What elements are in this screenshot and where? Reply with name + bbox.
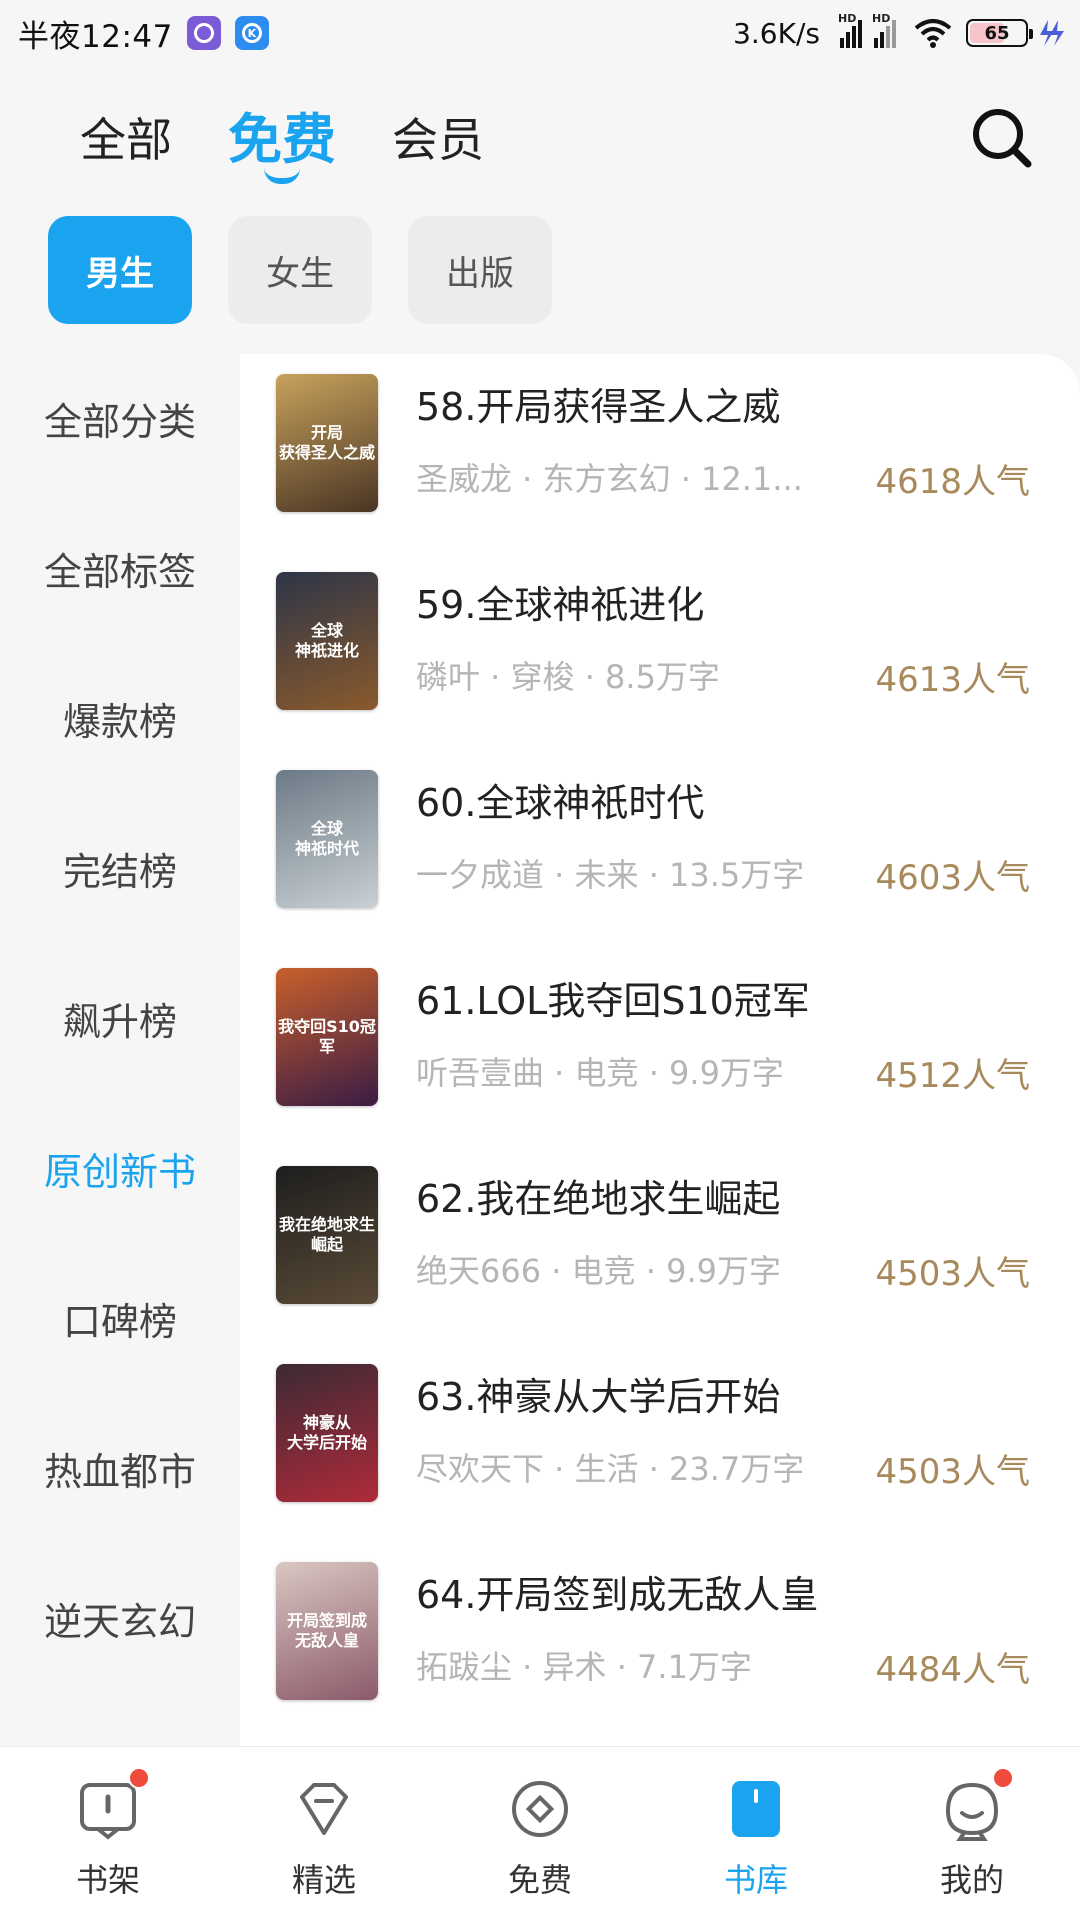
- nav-label-free: 免费: [507, 1861, 572, 1899]
- gender-chips: 男生 女生 出版: [48, 216, 588, 324]
- search-icon[interactable]: [970, 106, 1034, 170]
- sidebar-item-all-tags[interactable]: 全部标签: [0, 542, 240, 602]
- sidebar-item-fantasy[interactable]: 逆天玄幻: [0, 1592, 240, 1652]
- book-title: 60.全球神祇时代: [416, 781, 705, 825]
- book-item[interactable]: 我在绝地求生 崛起 62.我在绝地求生崛起 绝天666 · 电竞 · 9.9万字…: [240, 1146, 1080, 1344]
- status-left: 半夜12:47 K: [18, 11, 269, 56]
- book-item[interactable]: 开局 获得圣人之威 58.开局获得圣人之威 圣威龙 · 东方玄幻 · 12.1.…: [240, 354, 1080, 552]
- profile-badge: [992, 1767, 1014, 1789]
- book-item[interactable]: 全球 神祇时代 60.全球神祇时代 一夕成道 · 未来 · 13.5万字 460…: [240, 750, 1080, 948]
- book-title: 59.全球神祇进化: [416, 583, 705, 627]
- nav-free[interactable]: 免费: [432, 1747, 648, 1920]
- book-popularity: 4484人气: [875, 1650, 1030, 1690]
- book-popularity: 4613人气: [875, 660, 1030, 700]
- book-item[interactable]: 全球 神祇进化 59.全球神祇进化 磷叶 · 穿梭 · 8.5万字 4613人气: [240, 552, 1080, 750]
- bottom-nav: 书架 精选 免费 书库 我的: [0, 1746, 1080, 1920]
- book-title: 63.神豪从大学后开始: [416, 1375, 781, 1419]
- book-popularity: 4503人气: [875, 1254, 1030, 1294]
- status-right: 3.6K/s HD HD 65: [733, 12, 1064, 50]
- book-meta: 听吾壹曲 · 电竞 · 9.9万字: [416, 1054, 784, 1092]
- nav-profile[interactable]: 我的: [864, 1747, 1080, 1920]
- book-popularity: 4503人气: [875, 1452, 1030, 1492]
- notification-k-icon: K: [234, 16, 269, 50]
- cover-title: 我夺回S10冠军: [278, 1017, 376, 1056]
- cover-title: 开局 获得圣人之威: [278, 423, 375, 462]
- cover-title: 我在绝地求生 崛起: [278, 1215, 375, 1254]
- bookshelf-badge: [128, 1767, 150, 1789]
- chip-female[interactable]: 女生: [228, 216, 372, 324]
- signal-hd-label-2: HD: [872, 12, 891, 25]
- signal-icon: HD: [838, 12, 862, 48]
- charging-icon: [1040, 20, 1064, 46]
- tab-vip[interactable]: 会员: [392, 108, 484, 172]
- signal-hd-label: HD: [838, 12, 857, 25]
- book-cover: 全球 神祇时代: [276, 770, 378, 908]
- book-item[interactable]: 神豪从 大学后开始 63.神豪从大学后开始 尽欢天下 · 生活 · 23.7万字…: [240, 1344, 1080, 1542]
- cover-title: 神豪从 大学后开始: [286, 1413, 367, 1452]
- book-meta: 一夕成道 · 未来 · 13.5万字: [416, 856, 805, 894]
- tab-free[interactable]: 免费: [228, 108, 336, 184]
- bookshelf-icon: [80, 1783, 136, 1840]
- book-meta: 圣威龙 · 东方玄幻 · 12.1...: [416, 460, 803, 498]
- book-popularity: 4603人气: [875, 858, 1030, 898]
- sidebar-item-original-new[interactable]: 原创新书: [0, 1142, 240, 1202]
- cover-title: 全球 神祇时代: [294, 819, 359, 858]
- nav-label-library: 书库: [723, 1861, 788, 1899]
- book-meta: 拓跋尘 · 异术 · 7.1万字: [416, 1648, 752, 1686]
- category-sidebar: 全部分类 全部标签 爆款榜 完结榜 飙升榜 原创新书 口碑榜 热血都市 逆天玄幻: [0, 354, 240, 1746]
- content-panel: 全部分类 全部标签 爆款榜 完结榜 飙升榜 原创新书 口碑榜 热血都市 逆天玄幻…: [0, 354, 1080, 1746]
- chip-publish[interactable]: 出版: [408, 216, 552, 324]
- book-list: 开局 获得圣人之威 58.开局获得圣人之威 圣威龙 · 东方玄幻 · 12.1.…: [240, 354, 1080, 1746]
- book-cover: 我夺回S10冠军: [276, 968, 378, 1106]
- book-title: 64.开局签到成无敌人皇: [416, 1573, 819, 1617]
- notification-app-icon: [186, 16, 221, 50]
- sidebar-item-reputation[interactable]: 口碑榜: [0, 1292, 240, 1352]
- nav-label-featured: 精选: [291, 1861, 356, 1899]
- battery-percent: 65: [984, 22, 1010, 44]
- library-icon: [732, 1781, 780, 1837]
- sidebar-item-urban[interactable]: 热血都市: [0, 1442, 240, 1502]
- book-popularity: 4618人气: [875, 462, 1030, 502]
- nav-label-profile: 我的: [939, 1861, 1004, 1899]
- status-bar: 半夜12:47 K 3.6K/s HD HD 65: [0, 0, 1080, 66]
- nav-library[interactable]: 书库: [648, 1747, 864, 1920]
- tab-all[interactable]: 全部: [80, 108, 172, 172]
- sidebar-item-hot[interactable]: 爆款榜: [0, 692, 240, 752]
- net-speed: 3.6K/s: [733, 16, 820, 50]
- book-item[interactable]: 开局签到成 无敌人皇 64.开局签到成无敌人皇 拓跋尘 · 异术 · 7.1万字…: [240, 1542, 1080, 1740]
- status-time: 半夜12:47: [18, 18, 173, 55]
- nav-featured[interactable]: 精选: [216, 1747, 432, 1920]
- book-popularity: 4512人气: [875, 1056, 1030, 1096]
- sidebar-item-rising[interactable]: 飙升榜: [0, 992, 240, 1052]
- book-meta: 磷叶 · 穿梭 · 8.5万字: [416, 658, 720, 696]
- profile-icon: [945, 1782, 999, 1841]
- signal-icon-2: HD: [872, 12, 896, 48]
- top-tabs: 全部 免费 会员: [80, 108, 540, 184]
- nav-label-bookshelf: 书架: [75, 1861, 140, 1899]
- wifi-icon: [914, 19, 952, 48]
- book-meta: 绝天666 · 电竞 · 9.9万字: [416, 1252, 782, 1290]
- diamond-icon: [300, 1783, 348, 1835]
- book-cover: 开局签到成 无敌人皇: [276, 1562, 378, 1700]
- battery-icon: 65: [966, 19, 1033, 47]
- book-title: 61.LOL我夺回S10冠军: [416, 979, 810, 1023]
- app-screen: 半夜12:47 K 3.6K/s HD HD 65 全部 免费 会员 男生 女生…: [0, 0, 1080, 1920]
- book-title: 58.开局获得圣人之威: [416, 385, 781, 429]
- free-icon: [512, 1781, 568, 1837]
- nav-bookshelf[interactable]: 书架: [0, 1747, 216, 1920]
- cover-title: 全球 神祇进化: [294, 621, 359, 660]
- book-cover: 开局 获得圣人之威: [276, 374, 378, 512]
- book-cover: 我在绝地求生 崛起: [276, 1166, 378, 1304]
- book-cover: 全球 神祇进化: [276, 572, 378, 710]
- book-item[interactable]: 我夺回S10冠军 61.LOL我夺回S10冠军 听吾壹曲 · 电竞 · 9.9万…: [240, 948, 1080, 1146]
- book-title: 62.我在绝地求生崛起: [416, 1177, 781, 1221]
- sidebar-item-all-categories[interactable]: 全部分类: [0, 392, 240, 452]
- chip-male[interactable]: 男生: [48, 216, 192, 324]
- book-cover: 神豪从 大学后开始: [276, 1364, 378, 1502]
- book-meta: 尽欢天下 · 生活 · 23.7万字: [416, 1450, 805, 1488]
- cover-title: 开局签到成 无敌人皇: [286, 1611, 367, 1650]
- sidebar-item-finished[interactable]: 完结榜: [0, 842, 240, 902]
